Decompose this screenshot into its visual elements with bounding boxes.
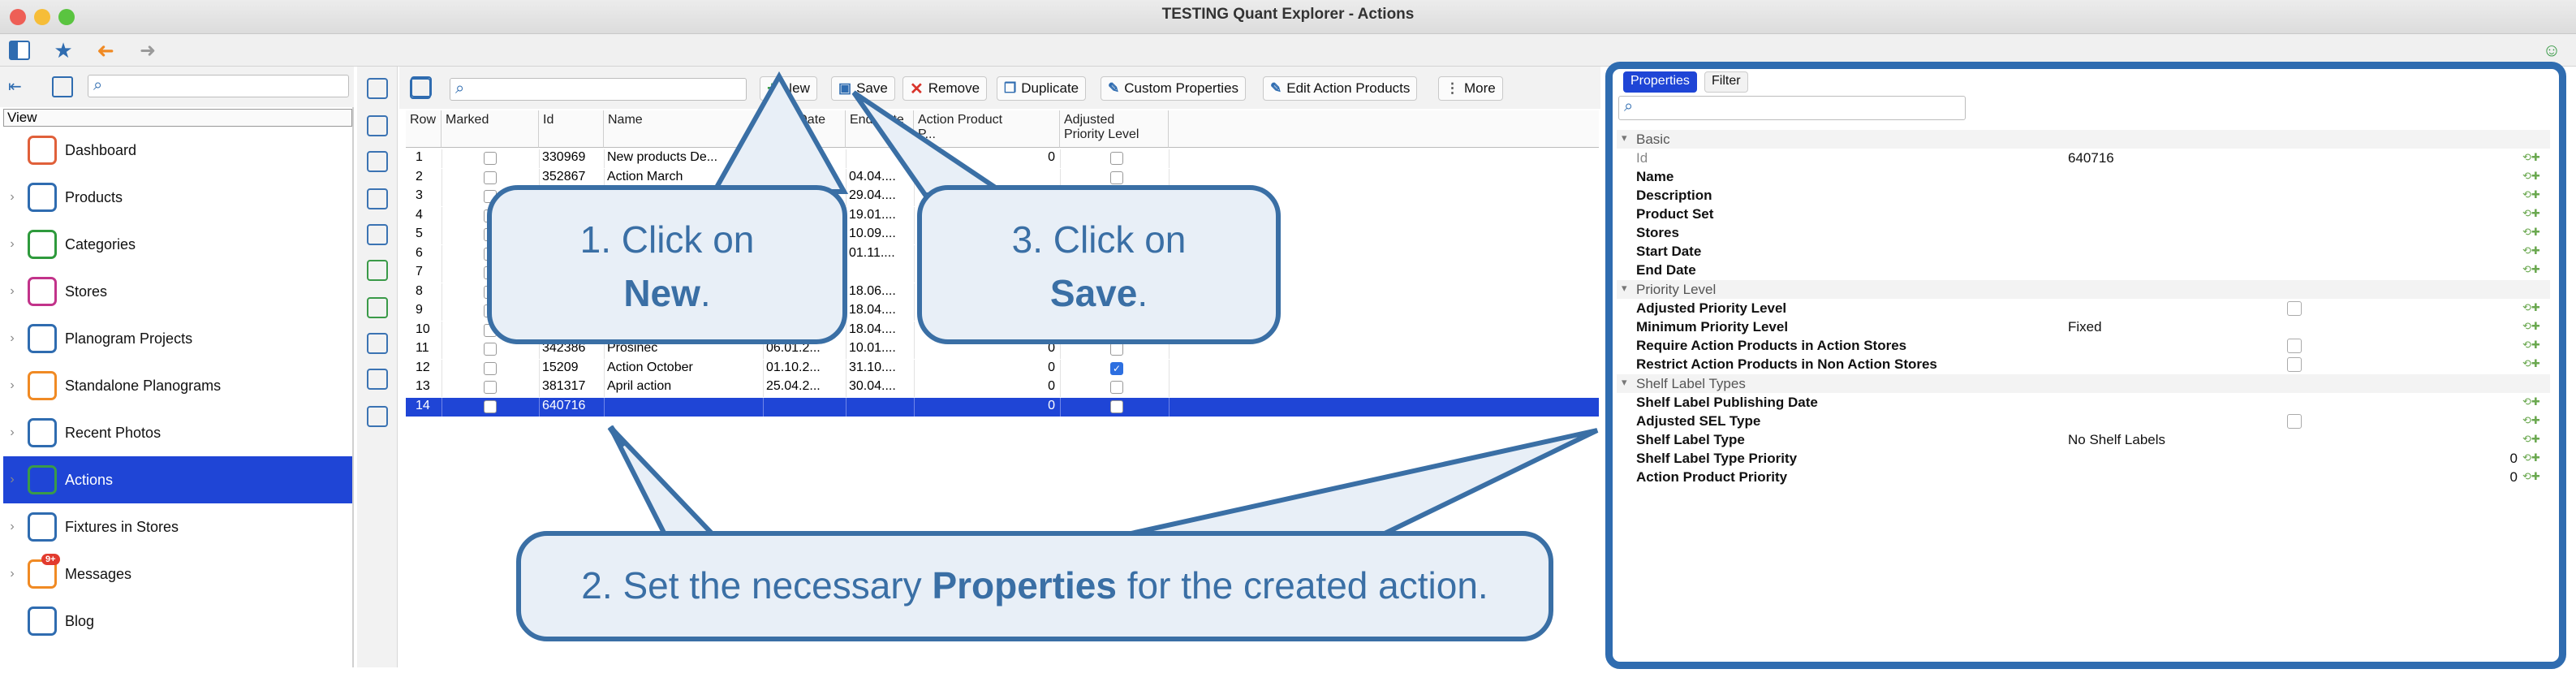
property-action-product-priority-label: Action Product Priority <box>1636 469 1788 485</box>
reset-edit-icon[interactable]: ⟲✚ <box>2522 244 2540 257</box>
property-restrict-label: Restrict Action Products in Non Action S… <box>1636 356 1937 372</box>
property-shelf-label-type-priority[interactable]: Shelf Label Type Priority 0 ⟲✚ <box>1617 449 2550 468</box>
property-require-action-products[interactable]: Require Action Products in Action Stores… <box>1617 336 2550 355</box>
property-product-set-label: Product Set <box>1636 206 1714 222</box>
property-id: Id 640716 ⟲✚ <box>1617 149 2550 167</box>
property-start-date-label: Start Date <box>1636 244 1702 259</box>
reset-edit-icon[interactable]: ⟲✚ <box>2522 151 2540 164</box>
property-shelf-label-type[interactable]: Shelf Label Type No Shelf Labels ⟲✚ <box>1617 430 2550 449</box>
property-name-label: Name <box>1636 169 1674 184</box>
callout-1-end: . <box>700 272 711 314</box>
group-basic[interactable]: ▾ Basic <box>1617 130 2550 149</box>
property-shelf-type-value: No Shelf Labels <box>2068 432 2166 447</box>
reset-edit-icon[interactable]: ⟲✚ <box>2522 170 2540 183</box>
property-minimum-priority-value: Fixed <box>2068 319 2102 335</box>
reset-edit-icon[interactable]: ⟲✚ <box>2522 301 2540 314</box>
property-action-product-priority-value: 0 <box>2509 469 2518 485</box>
callout-save-pointer <box>851 90 1014 197</box>
property-description-label: Description <box>1636 188 1712 203</box>
callout-row-pointer <box>608 425 721 538</box>
callout-step-3: 3. Click on Save. <box>917 185 1281 344</box>
expand-triangle-icon: ▾ <box>1622 376 1627 388</box>
properties-search-input[interactable]: ⌕ <box>1618 96 1966 120</box>
group-priority-label: Priority Level <box>1636 282 1717 297</box>
reset-edit-icon[interactable]: ⟲✚ <box>2522 263 2540 276</box>
reset-edit-icon[interactable]: ⟲✚ <box>2522 226 2540 239</box>
callout-3-line1: 3. Click on <box>1011 218 1187 261</box>
search-icon: ⌕ <box>1624 97 1634 115</box>
property-adjusted-sel-type[interactable]: Adjusted SEL Type ⟲✚ <box>1617 412 2550 430</box>
property-end-date[interactable]: End Date ⟲✚ <box>1617 261 2550 279</box>
adjusted-sel-checkbox[interactable] <box>2287 414 2302 429</box>
reset-edit-icon[interactable]: ⟲✚ <box>2522 339 2540 352</box>
property-shelf-label-publishing-date[interactable]: Shelf Label Publishing Date ⟲✚ <box>1617 393 2550 412</box>
property-product-set[interactable]: Product Set ⟲✚ <box>1617 205 2550 223</box>
property-description[interactable]: Description ⟲✚ <box>1617 186 2550 205</box>
property-shelf-type-priority-label: Shelf Label Type Priority <box>1636 451 1798 466</box>
adjusted-priority-checkbox[interactable] <box>2287 301 2302 316</box>
property-shelf-type-priority-value: 0 <box>2509 451 2518 466</box>
callout-2-bold: Properties <box>932 564 1117 607</box>
property-restrict-action-products[interactable]: Restrict Action Products in Non Action S… <box>1617 355 2550 373</box>
property-stores[interactable]: Stores ⟲✚ <box>1617 223 2550 242</box>
property-minimum-priority-level[interactable]: Minimum Priority Level Fixed ⟲✚ <box>1617 317 2550 336</box>
property-start-date[interactable]: Start Date ⟲✚ <box>1617 242 2550 261</box>
property-adjusted-sel-label: Adjusted SEL Type <box>1636 413 1761 429</box>
property-id-value: 640716 <box>2068 150 2114 166</box>
callout-new-pointer <box>709 71 849 194</box>
reset-edit-icon[interactable]: ⟲✚ <box>2522 357 2540 370</box>
expand-triangle-icon: ▾ <box>1622 282 1627 294</box>
reset-edit-icon[interactable]: ⟲✚ <box>2522 207 2540 220</box>
property-action-product-priority[interactable]: Action Product Priority 0 ⟲✚ <box>1617 468 2550 486</box>
group-shelf-label: Shelf Label Types <box>1636 376 1746 391</box>
reset-edit-icon[interactable]: ⟲✚ <box>2522 433 2540 446</box>
reset-edit-icon[interactable]: ⟲✚ <box>2522 188 2540 201</box>
restrict-checkbox[interactable] <box>2287 357 2302 372</box>
reset-edit-icon[interactable]: ⟲✚ <box>2522 320 2540 333</box>
property-publishing-label: Shelf Label Publishing Date <box>1636 395 1818 410</box>
callout-2-post: for the created action. <box>1116 564 1488 607</box>
callout-1-line1: 1. Click on <box>579 218 755 261</box>
callout-1-bold: New <box>623 272 700 314</box>
tab-filter[interactable]: Filter <box>1704 71 1748 93</box>
callout-step-1: 1. Click on New. <box>487 185 847 344</box>
property-stores-label: Stores <box>1636 225 1679 240</box>
callout-3-bold: Save <box>1049 272 1138 314</box>
callout-3-end: . <box>1137 272 1148 314</box>
property-name[interactable]: Name ⟲✚ <box>1617 167 2550 186</box>
property-require-label: Require Action Products in Action Stores <box>1636 338 1907 353</box>
require-checkbox[interactable] <box>2287 339 2302 353</box>
property-id-label: Id <box>1636 150 1648 166</box>
reset-edit-icon[interactable]: ⟲✚ <box>2522 451 2540 464</box>
property-end-date-label: End Date <box>1636 262 1696 278</box>
callout-properties-pointer <box>1119 428 1599 538</box>
callout-step-2: 2. Set the necessary Properties for the … <box>516 531 1553 641</box>
reset-edit-icon[interactable]: ⟲✚ <box>2522 395 2540 408</box>
property-adjusted-priority-level[interactable]: Adjusted Priority Level ⟲✚ <box>1617 299 2550 317</box>
reset-edit-icon[interactable]: ⟲✚ <box>2522 470 2540 483</box>
callout-2-pre: 2. Set the necessary <box>581 564 933 607</box>
property-shelf-type-label: Shelf Label Type <box>1636 432 1745 447</box>
expand-triangle-icon: ▾ <box>1622 132 1627 144</box>
property-minimum-priority-label: Minimum Priority Level <box>1636 319 1789 335</box>
group-basic-label: Basic <box>1636 132 1670 147</box>
tab-properties[interactable]: Properties <box>1623 71 1697 93</box>
reset-edit-icon[interactable]: ⟲✚ <box>2522 414 2540 427</box>
group-shelf-label-types[interactable]: ▾ Shelf Label Types <box>1617 374 2550 393</box>
group-priority-level[interactable]: ▾ Priority Level <box>1617 280 2550 299</box>
property-adjusted-priority-label: Adjusted Priority Level <box>1636 300 1787 316</box>
